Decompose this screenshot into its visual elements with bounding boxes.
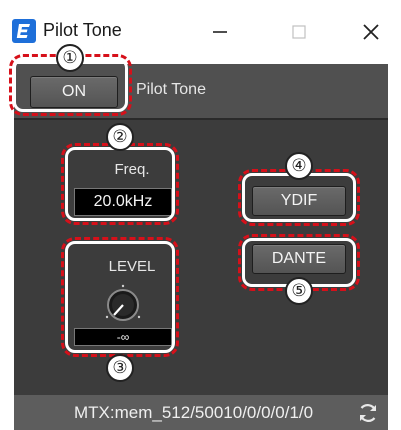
window-title: Pilot Tone (43, 20, 122, 40)
close-icon (363, 24, 379, 40)
maximize-icon (292, 25, 306, 39)
callout-box-level (61, 237, 179, 357)
maximize-button[interactable] (276, 10, 322, 54)
callout-number-4: ④ (285, 152, 313, 180)
minimize-icon (213, 31, 227, 33)
parameter-address: MTX:mem_512/50010/0/0/0/1/0 (74, 403, 314, 422)
callout-box-freq (61, 143, 179, 225)
minimize-button[interactable] (197, 10, 243, 54)
status-bar: MTX:mem_512/50010/0/0/0/1/0 (14, 395, 388, 430)
close-button[interactable] (348, 10, 394, 54)
callout-number-1: ① (56, 44, 84, 72)
callout-number-5: ⑤ (285, 277, 313, 305)
callout-number-3: ③ (106, 354, 134, 382)
callout-number-2: ② (106, 123, 134, 151)
app-logo-icon (12, 19, 36, 43)
pilot-tone-label: Pilot Tone (136, 81, 206, 98)
refresh-icon[interactable] (356, 401, 380, 425)
